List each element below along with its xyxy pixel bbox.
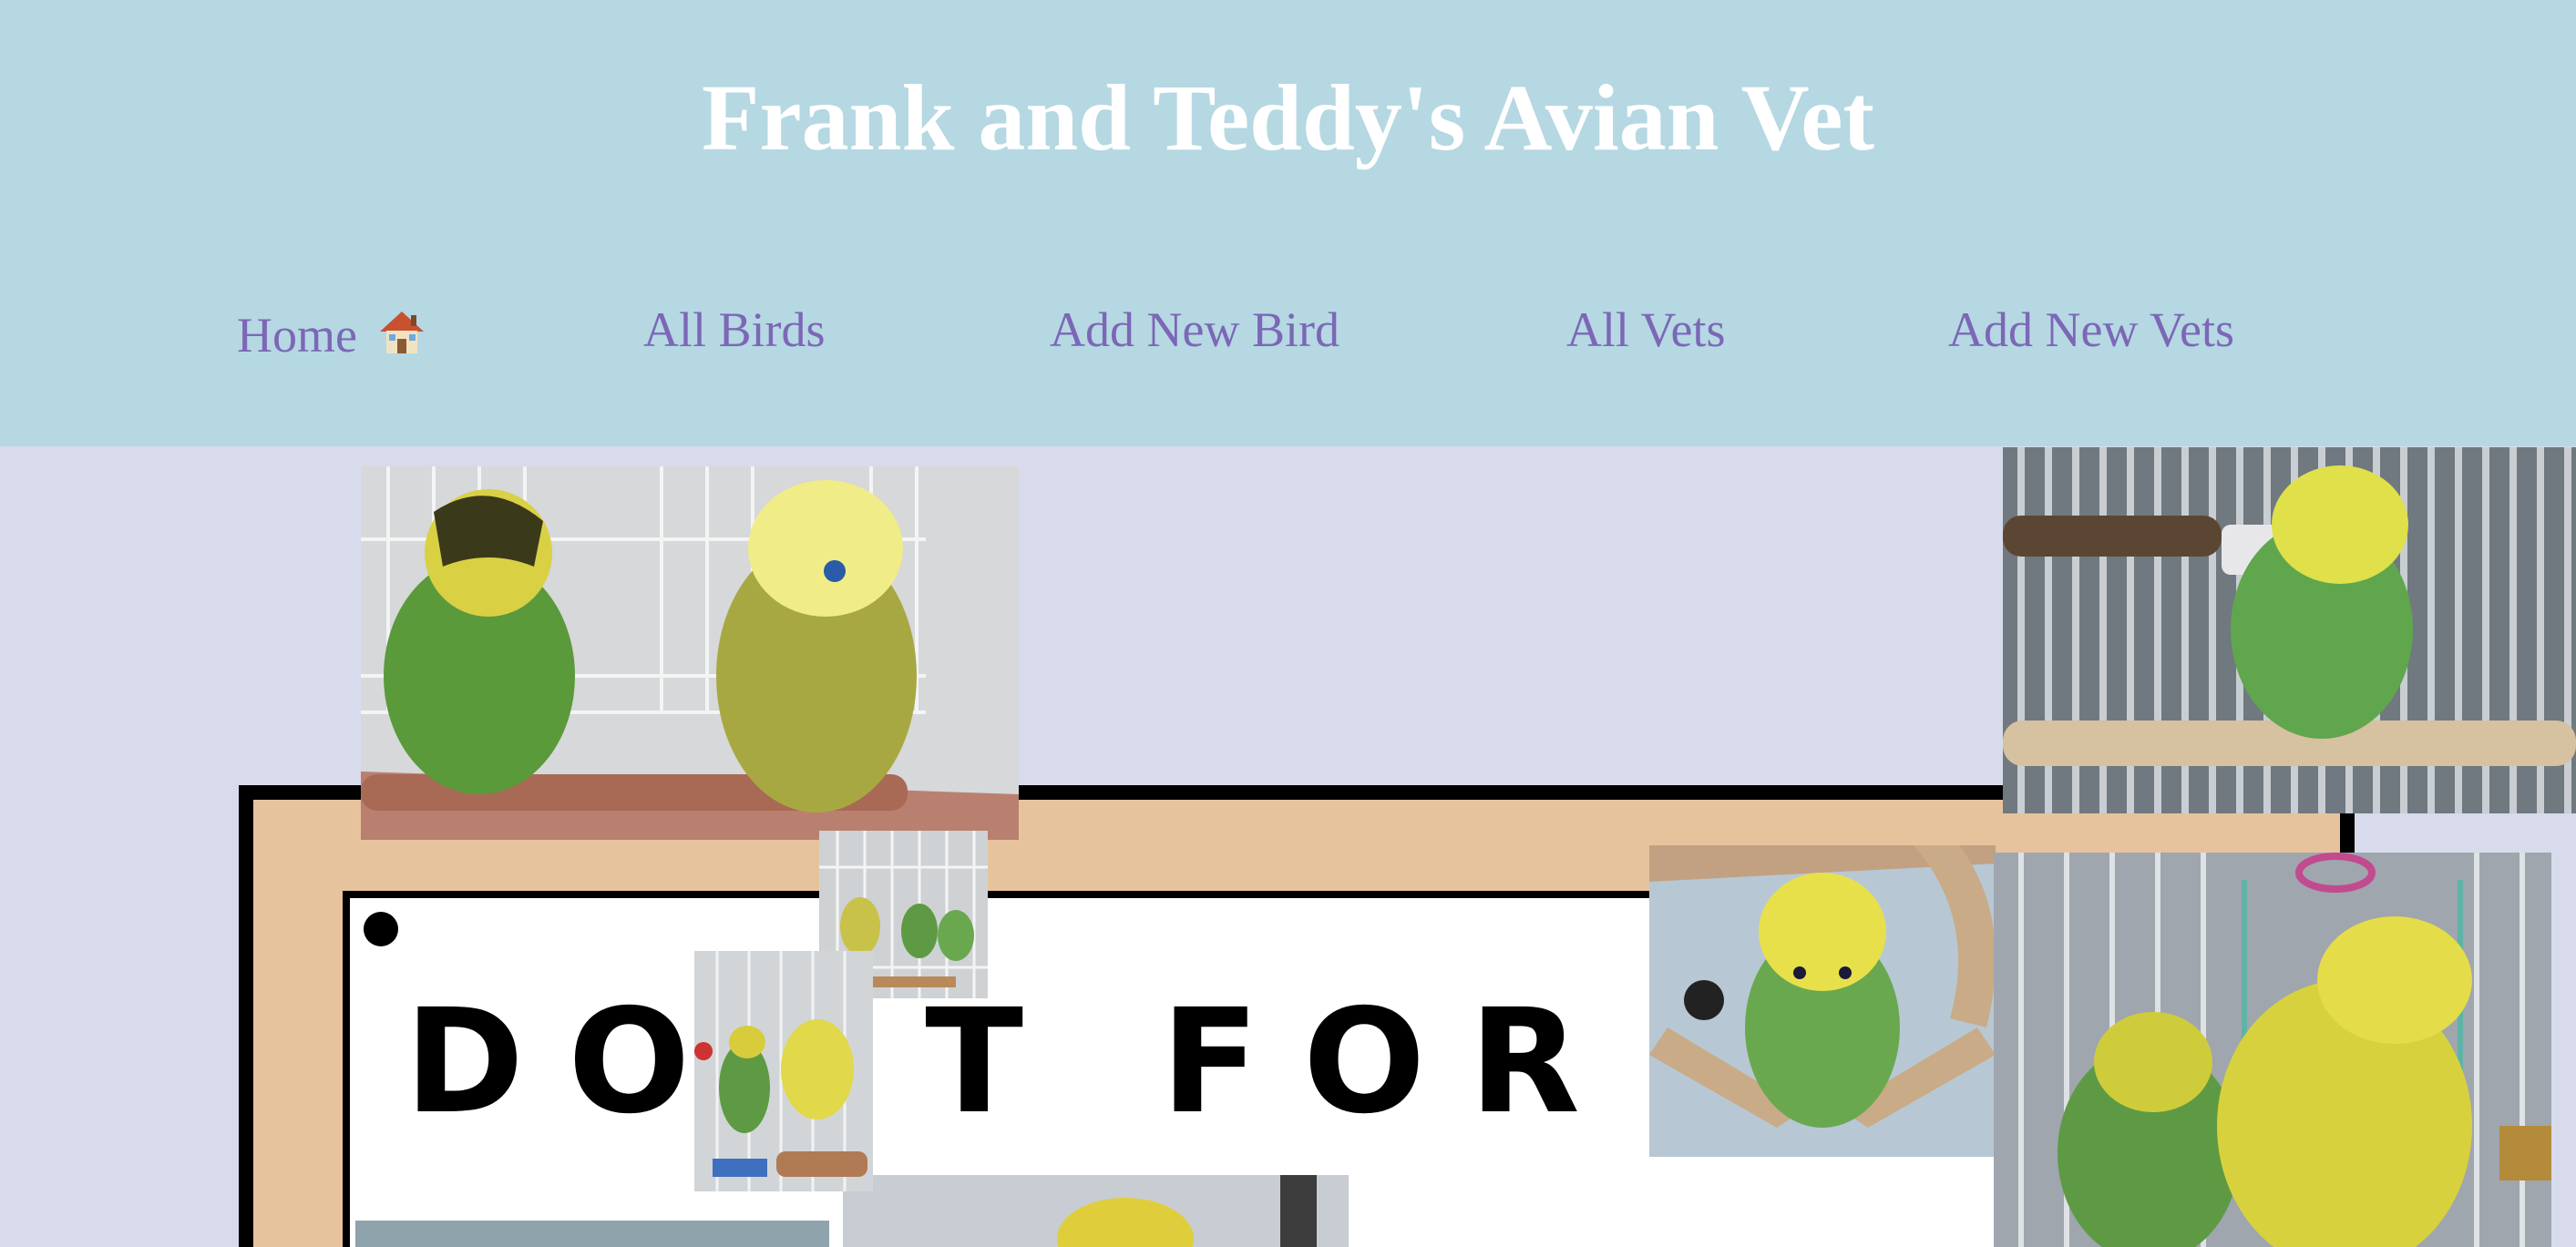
nav-add-new-bird-link[interactable]: Add New Bird [1050,293,1339,366]
site-header: Frank and Teddy's Avian Vet Home All Bir… [0,0,2576,446]
poster-text: DO IT FOR [405,978,1624,1146]
bird-photo-toys [1994,853,2551,1247]
bird-photo-cage-perch [2003,447,2576,813]
bird-photo-cage-toys [694,951,873,1191]
nav-all-birds-link[interactable]: All Birds [643,293,826,366]
poster-dot [364,912,398,946]
site-title: Frank and Teddy's Avian Vet [701,66,1875,170]
nav-add-new-vets-link[interactable]: Add New Vets [1948,293,2234,366]
nav-home-label: Home [237,308,357,363]
bird-photo-two-budgies [361,466,1019,840]
house-icon [380,312,425,353]
bird-photo-bottom-left [355,1221,829,1247]
nav-home-link[interactable]: Home [237,299,427,372]
bird-photo-bottom-center [843,1175,1349,1247]
nav-all-vets-link[interactable]: All Vets [1566,293,1726,366]
bird-photo-wooden-perch [1649,845,1996,1157]
